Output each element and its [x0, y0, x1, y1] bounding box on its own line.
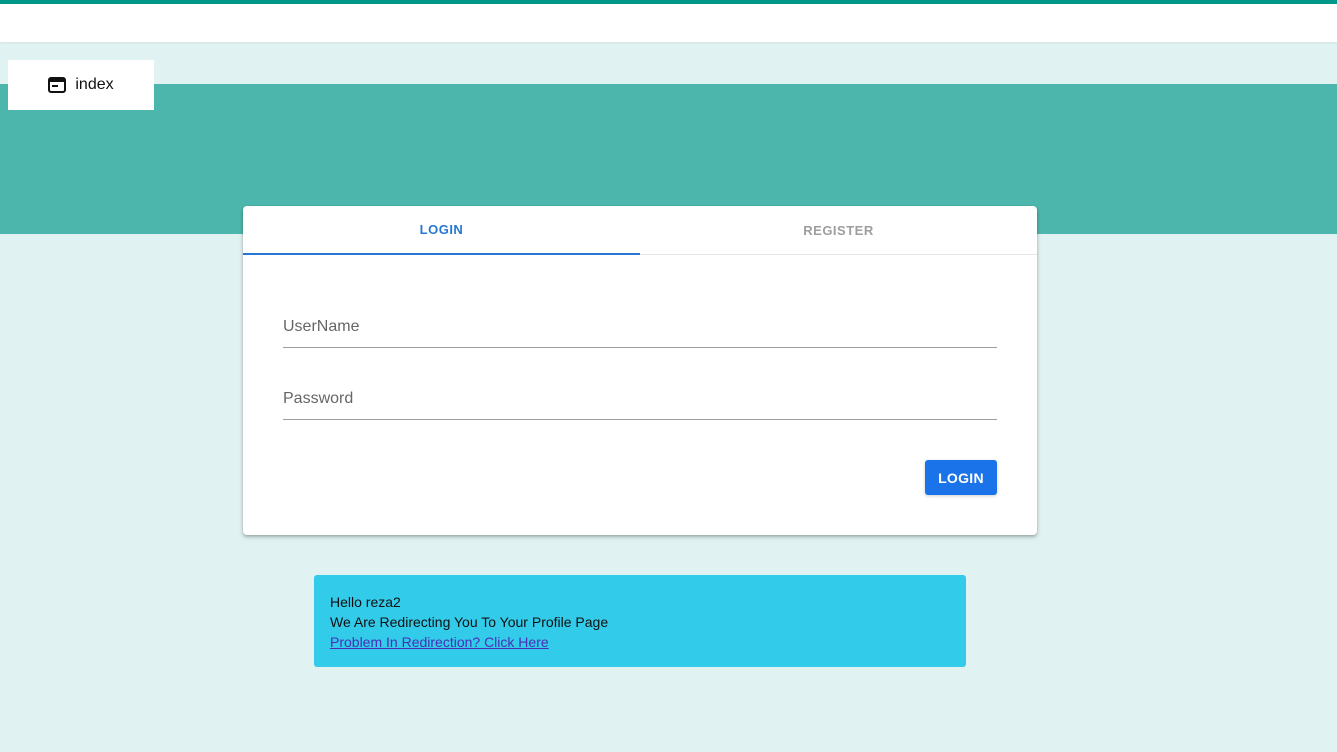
- redirect-link[interactable]: Problem In Redirection? Click Here: [330, 634, 549, 650]
- auth-tabs: LOGIN REGISTER: [243, 206, 1037, 255]
- redirect-alert: Hello reza2 We Are Redirecting You To Yo…: [314, 575, 966, 667]
- top-app-bar: [0, 4, 1337, 42]
- tab-login[interactable]: LOGIN: [243, 206, 640, 255]
- username-input[interactable]: [283, 302, 997, 347]
- index-tab-label: index: [75, 76, 114, 93]
- username-field-wrapper: [283, 302, 997, 348]
- auth-card: LOGIN REGISTER LOGIN: [243, 206, 1037, 535]
- browser-window-icon: [48, 77, 67, 93]
- password-input[interactable]: [283, 374, 997, 419]
- tab-register[interactable]: REGISTER: [640, 206, 1037, 254]
- alert-message: We Are Redirecting You To Your Profile P…: [330, 614, 609, 630]
- login-button[interactable]: LOGIN: [925, 460, 997, 495]
- alert-greeting: Hello reza2: [330, 594, 401, 610]
- password-field-wrapper: [283, 374, 997, 420]
- index-tab[interactable]: index: [8, 60, 154, 110]
